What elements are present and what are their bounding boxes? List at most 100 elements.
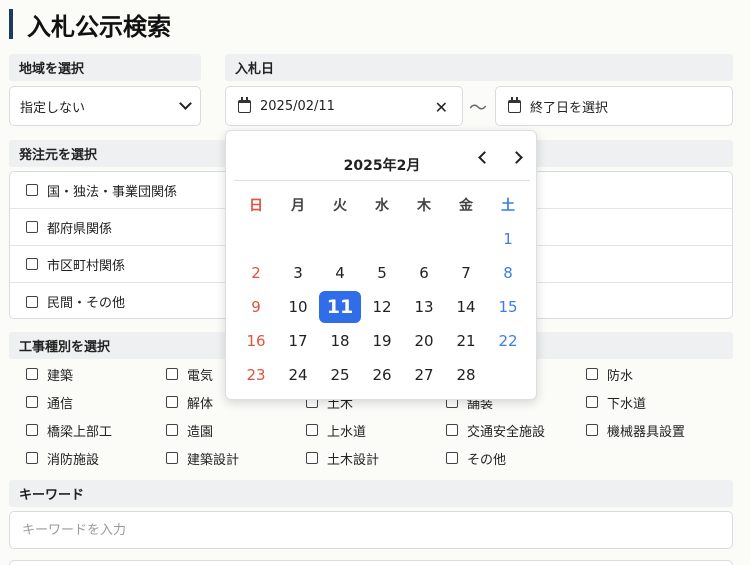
calendar-day[interactable]: 16 [235, 324, 277, 358]
calendar-day[interactable]: 25 [319, 358, 361, 392]
work-type-option[interactable]: 交通安全施設 [446, 420, 545, 440]
checkbox[interactable] [446, 424, 458, 436]
calendar-day[interactable]: 2 [235, 256, 277, 290]
work-type-option-label: 土木設計 [327, 452, 380, 468]
checkbox[interactable] [26, 452, 38, 464]
checkbox[interactable] [586, 368, 598, 380]
checkbox[interactable] [26, 368, 38, 380]
calendar-day[interactable]: 4 [319, 256, 361, 290]
calendar-day[interactable]: 5 [361, 256, 403, 290]
checkbox[interactable] [446, 452, 458, 464]
weekday-header: 水 [375, 198, 389, 214]
calendar-day[interactable]: 9 [235, 290, 277, 324]
date-from-value: 2025/02/11 [260, 98, 335, 114]
work-type-option-label: 消防施設 [47, 452, 100, 468]
calendar-day[interactable]: 14 [445, 290, 487, 324]
work-type-option-label: 通信 [47, 396, 74, 412]
checkbox[interactable] [26, 184, 38, 196]
work-type-option-label: 解体 [187, 396, 214, 412]
work-type-option[interactable]: 上水道 [306, 420, 366, 440]
chevron-left-icon[interactable] [470, 145, 494, 169]
work-type-option[interactable]: 下水道 [586, 392, 646, 412]
calendar-divider [234, 180, 530, 181]
calendar-day[interactable]: 3 [277, 256, 319, 290]
weekday-header: 火 [333, 198, 347, 214]
work-type-option-label: 造園 [187, 424, 214, 440]
work-type-option-label: その他 [467, 452, 507, 468]
calendar-day-selected[interactable]: 11 [319, 290, 361, 324]
calendar-icon [238, 96, 251, 113]
chevron-right-icon[interactable] [506, 145, 530, 169]
calendar-day[interactable]: 19 [361, 324, 403, 358]
work-type-option[interactable]: その他 [446, 448, 506, 468]
work-type-option[interactable]: 防水 [586, 364, 633, 384]
work-type-option[interactable]: 電気 [166, 364, 213, 384]
work-type-option[interactable]: 造園 [166, 420, 213, 440]
checkbox[interactable] [586, 396, 598, 408]
weekday-header: 日 [249, 198, 263, 214]
work-type-option-label: 下水道 [607, 396, 647, 412]
calendar-day[interactable]: 27 [403, 358, 445, 392]
date-picker-popup: 2025年2月 日月火水木金土 1 2 3 4 5 6 7 8 9 10 11 12 13 14 15 16 17… [225, 130, 537, 400]
calendar-day[interactable]: 23 [235, 358, 277, 392]
orderer-option-label: 国・独法・事業団関係 [47, 184, 178, 200]
calendar-day[interactable]: 8 [487, 256, 529, 290]
calendar-day[interactable]: 21 [445, 324, 487, 358]
checkbox[interactable] [166, 424, 178, 436]
keyword-label: キーワード [9, 480, 733, 507]
checkbox[interactable] [26, 258, 38, 270]
calendar-day[interactable]: 26 [361, 358, 403, 392]
work-type-option[interactable]: 建築 [26, 364, 73, 384]
checkbox[interactable] [26, 424, 38, 436]
work-type-option[interactable]: 建築設計 [166, 448, 239, 468]
calendar-empty-cell [235, 222, 277, 256]
work-type-option-label: 上水道 [327, 424, 367, 440]
checkbox[interactable] [26, 221, 38, 233]
work-type-option[interactable]: 土木設計 [306, 448, 379, 468]
work-type-option-label: 機械器具設置 [607, 424, 686, 440]
checkbox[interactable] [306, 424, 318, 436]
region-select[interactable]: 指定しない [9, 86, 201, 126]
orderer-option-label: 民間・その他 [47, 296, 126, 311]
weekday-header: 金 [459, 198, 473, 214]
calendar-day[interactable]: 22 [487, 324, 529, 358]
calendar-day[interactable]: 10 [277, 290, 319, 324]
chevron-down-icon [179, 97, 192, 110]
calendar-day[interactable]: 7 [445, 256, 487, 290]
keyword-input[interactable] [9, 511, 733, 549]
work-type-option-label: 建築 [47, 368, 74, 384]
calendar-day[interactable]: 15 [487, 290, 529, 324]
checkbox[interactable] [166, 368, 178, 380]
work-type-option-label: 防水 [607, 368, 634, 384]
checkbox[interactable] [586, 424, 598, 436]
work-type-option-label: 橋梁上部工 [47, 424, 113, 440]
clear-date-icon[interactable]: ✕ [435, 98, 448, 117]
calendar-day[interactable]: 24 [277, 358, 319, 392]
calendar-day[interactable]: 28 [445, 358, 487, 392]
work-type-option-label: 交通安全施設 [467, 424, 546, 440]
work-type-option[interactable]: 機械器具設置 [586, 420, 685, 440]
calendar-day[interactable]: 18 [319, 324, 361, 358]
calendar-day[interactable]: 17 [277, 324, 319, 358]
calendar-day[interactable]: 12 [361, 290, 403, 324]
checkbox[interactable] [26, 396, 38, 408]
calendar-day[interactable]: 20 [403, 324, 445, 358]
calendar-day[interactable]: 1 [487, 222, 529, 256]
calendar-day[interactable]: 6 [403, 256, 445, 290]
calendar-empty-cell [361, 222, 403, 256]
calendar-grid: 日月火水木金土 1 2 3 4 5 6 7 8 9 10 11 12 13 14 15 16 17 18 19 20 21… [235, 188, 529, 392]
calendar-day[interactable]: 13 [403, 290, 445, 324]
checkbox[interactable] [306, 452, 318, 464]
work-type-option[interactable]: 橋梁上部工 [26, 420, 112, 440]
checkbox[interactable] [26, 295, 38, 308]
work-type-option[interactable]: 消防施設 [26, 448, 99, 468]
calendar-empty-cell [277, 222, 319, 256]
date-to-field[interactable]: 終了日を選択 [495, 86, 733, 126]
bid-date-label: 入札日 [225, 54, 733, 81]
date-from-field[interactable]: 2025/02/11 ✕ [225, 86, 463, 126]
weekday-header: 土 [501, 198, 515, 214]
checkbox[interactable] [166, 396, 178, 408]
work-type-option[interactable]: 通信 [26, 392, 73, 412]
work-type-option[interactable]: 解体 [166, 392, 213, 412]
checkbox[interactable] [166, 452, 178, 464]
